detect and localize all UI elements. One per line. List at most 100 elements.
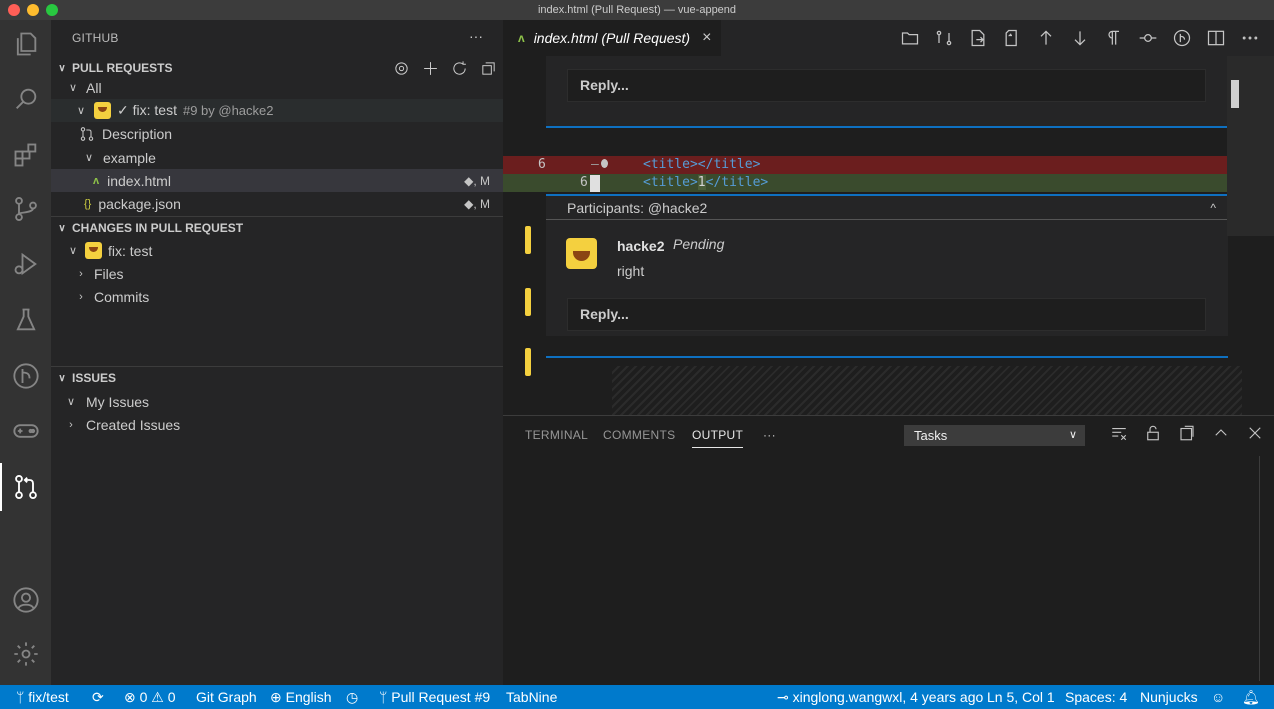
add-icon[interactable] — [422, 60, 439, 77]
chevron-down-icon: ∨ — [66, 396, 76, 408]
tree-item-files[interactable]: › Files — [51, 262, 503, 285]
arrow-down-icon[interactable] — [1070, 28, 1090, 48]
git-blame-status[interactable]: ⊸ xinglong.wangwxl, 4 years ago — [777, 685, 983, 709]
tab-index-html-pull-request[interactable]: ʌ index.html (Pull Request) × — [503, 20, 721, 56]
changes-section-header[interactable]: ∨ CHANGES IN PULL REQUEST — [51, 217, 503, 239]
chevron-down-icon: ∨ — [1068, 429, 1077, 441]
lock-scroll-icon[interactable] — [1144, 424, 1162, 442]
output-channel-select[interactable]: Tasks ∨ — [904, 425, 1085, 446]
problems-status[interactable]: ⊗ 0 ⚠ 0 — [124, 685, 176, 709]
language-mode[interactable]: Nunjucks — [1140, 685, 1198, 709]
commit-icon[interactable] — [1138, 28, 1158, 48]
open-log-icon[interactable] — [1178, 424, 1196, 442]
close-tab-icon[interactable]: × — [702, 29, 711, 47]
title-bar: index.html (Pull Request) — vue-append — [0, 0, 1274, 20]
line-number: 6 — [580, 175, 588, 190]
chevron-right-icon: › — [79, 290, 83, 303]
more-actions-icon[interactable] — [1240, 28, 1260, 48]
clear-output-icon[interactable] — [1110, 424, 1128, 442]
pull-request-status[interactable]: ᛘ Pull Request #9 — [379, 685, 490, 709]
collapse-thread-icon[interactable]: ^ — [1210, 196, 1216, 220]
source-control-icon[interactable] — [0, 185, 51, 233]
line-number: 6 — [538, 157, 546, 172]
tree-item-created-issues[interactable]: › Created Issues — [51, 413, 503, 436]
accounts-icon[interactable] — [0, 576, 51, 624]
refresh-icon[interactable] — [451, 60, 468, 77]
open-file-icon[interactable] — [900, 28, 920, 48]
github-pull-requests-icon[interactable] — [0, 463, 51, 511]
chevron-right-icon: › — [79, 267, 83, 280]
whitespace-toggle-icon[interactable] — [1104, 28, 1124, 48]
indentation-status[interactable]: Spaces: 4 — [1065, 685, 1127, 709]
pull-request-icon — [80, 126, 94, 141]
chevron-down-icon: ∨ — [68, 82, 78, 94]
removed-marker: — — [591, 157, 599, 172]
avatar — [525, 288, 531, 316]
gamepad-icon[interactable] — [0, 407, 51, 455]
settings-gear-icon[interactable] — [0, 630, 51, 678]
collapse-all-icon[interactable] — [480, 60, 497, 77]
git-graph-status[interactable]: Git Graph — [196, 685, 257, 709]
git-graph-icon[interactable] — [0, 352, 51, 400]
editor-actions — [900, 20, 1260, 56]
testing-icon[interactable] — [0, 296, 51, 344]
deleted-code: <title></title> — [643, 157, 761, 172]
tree-item-all[interactable]: ∨ All — [51, 76, 503, 99]
notifications-icon[interactable]: 🔔︎ — [1242, 685, 1260, 709]
tree-item-my-issues[interactable]: ∨ My Issues — [51, 390, 503, 413]
tabnine-status[interactable]: TabNine — [506, 685, 557, 709]
sync-icon[interactable]: ⟳ — [92, 685, 104, 709]
reply-button[interactable]: Reply... — [567, 69, 1206, 102]
git-graph-icon[interactable] — [1172, 28, 1192, 48]
revert-file-icon[interactable] — [1002, 28, 1022, 48]
diff-editor[interactable]: P Reply... 6 — <title></title> 6 <title>… — [503, 56, 1274, 415]
tab-comments[interactable]: COMMENTS — [603, 428, 675, 442]
sidebar-title: GITHUB — [72, 31, 119, 45]
arrow-up-icon[interactable] — [1036, 28, 1056, 48]
issues-section-header[interactable]: ∨ ISSUES — [51, 367, 503, 389]
close-panel-icon[interactable] — [1246, 424, 1264, 442]
html-file-icon: ʌ — [518, 31, 525, 45]
search-icon[interactable] — [0, 75, 51, 123]
language-status[interactable]: ⊕ English — [270, 685, 332, 709]
extensions-icon[interactable] — [0, 131, 51, 179]
tab-terminal[interactable]: TERMINAL — [525, 428, 588, 442]
compare-changes-icon[interactable] — [934, 28, 954, 48]
tree-item-file-index-html[interactable]: ʌ index.html ◆, M — [51, 169, 503, 192]
branch-status[interactable]: ᛘ fix/test — [16, 685, 69, 709]
open-changes-icon[interactable] — [968, 28, 988, 48]
maximize-panel-icon[interactable] — [1212, 424, 1230, 442]
run-debug-icon[interactable] — [0, 240, 51, 288]
tree-item-commits[interactable]: › Commits — [51, 285, 503, 308]
split-editor-icon[interactable] — [1206, 28, 1226, 48]
more-actions-icon[interactable]: ··· — [469, 28, 483, 44]
panel-more-icon[interactable]: ··· — [763, 428, 776, 442]
add-comment-icon[interactable] — [590, 175, 600, 192]
maximize-window-button[interactable] — [46, 4, 58, 16]
avatar — [525, 348, 531, 376]
pull-request-item[interactable]: ∨ ✓ fix: test #9 by @hacke2 — [51, 99, 503, 122]
comment-gutter-icon[interactable] — [601, 159, 608, 168]
html-file-icon: ʌ — [93, 174, 100, 187]
tree-item-folder-example[interactable]: ∨ example — [51, 146, 503, 169]
cursor-position[interactable]: Ln 5, Col 1 — [987, 685, 1055, 709]
scrollbar-thumb[interactable] — [1231, 80, 1239, 108]
tree-item-file-package-json[interactable]: {} package.json ◆, M — [51, 192, 503, 215]
panel-scrollbar[interactable] — [1259, 456, 1260, 681]
timeline-icon[interactable]: ◷ — [346, 685, 358, 709]
gear-icon[interactable] — [393, 60, 410, 77]
tab-output[interactable]: OUTPUT — [692, 428, 744, 448]
minimize-window-button[interactable] — [27, 4, 39, 16]
tree-item-description[interactable]: Description — [51, 122, 503, 145]
avatar — [525, 226, 531, 254]
bottom-panel: TERMINAL COMMENTS OUTPUT ··· Tasks ∨ — [503, 415, 1274, 685]
branch-icon: ᛘ — [16, 689, 29, 705]
close-window-button[interactable] — [8, 4, 20, 16]
comment-zone-border — [546, 356, 1228, 358]
added-line — [503, 174, 1243, 192]
reply-button[interactable]: Reply... — [567, 298, 1206, 331]
chevron-down-icon: ∨ — [58, 372, 66, 384]
explorer-icon[interactable] — [0, 20, 51, 68]
changes-pr-item[interactable]: ∨ fix: test — [51, 239, 503, 262]
feedback-icon[interactable]: ☺ — [1211, 685, 1225, 709]
